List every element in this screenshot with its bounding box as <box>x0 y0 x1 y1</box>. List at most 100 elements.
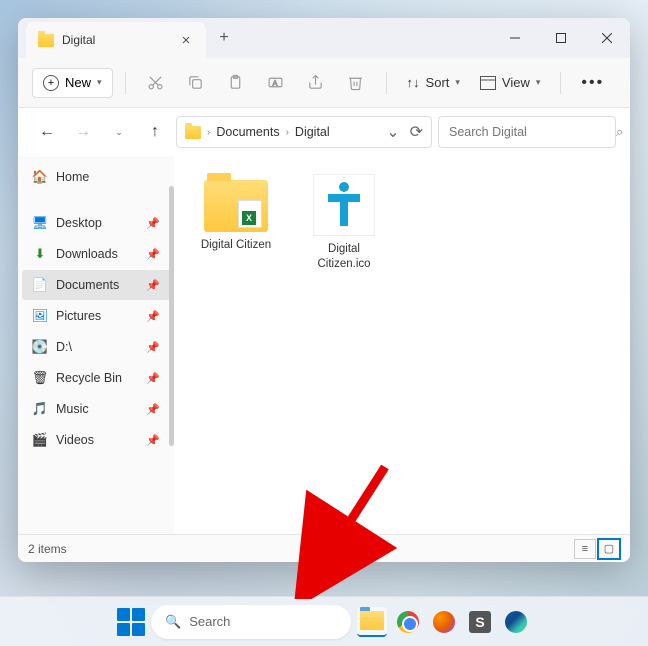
address-bar[interactable]: › Documents › Digital ⌄ ⟳ <box>176 116 432 148</box>
sidebar-item-label: Pictures <box>56 309 101 323</box>
chevron-right-icon: › <box>207 127 210 138</box>
pin-icon: 📌 <box>146 372 160 385</box>
up-button[interactable]: ↑ <box>140 117 170 147</box>
ico-file-icon <box>313 174 375 236</box>
desktop-icon: 🖥 <box>32 215 48 231</box>
taskbar-edge[interactable] <box>501 607 531 637</box>
titlebar: Digital × + <box>18 18 630 58</box>
status-text: 2 items <box>28 542 67 556</box>
scrollbar[interactable] <box>169 186 174 446</box>
toolbar: + New ▾ A ↑↓ Sort ▾ View ▾ ••• <box>18 58 630 108</box>
s-icon: S <box>469 611 491 633</box>
rename-button[interactable]: A <box>258 65 294 101</box>
chevron-down-icon: ▾ <box>536 77 541 88</box>
sidebar: 🏠 Home 🖥 Desktop 📌 ⬇ Downloads 📌 📄 Docum… <box>18 156 174 534</box>
sidebar-item-videos[interactable]: 🎬 Videos 📌 <box>22 425 170 455</box>
file-label: Digital Citizen <box>201 238 271 253</box>
statusbar: 2 items ≡ ▢ <box>18 534 630 562</box>
view-button[interactable]: View ▾ <box>472 69 548 96</box>
breadcrumb-documents[interactable]: Documents <box>216 125 279 139</box>
view-label: View <box>502 75 530 90</box>
sidebar-item-label: Downloads <box>56 247 118 261</box>
taskbar-chrome[interactable] <box>393 607 423 637</box>
search-icon: ⌕ <box>616 124 623 140</box>
edge-icon <box>505 611 527 633</box>
forward-button[interactable]: → <box>68 117 98 147</box>
sidebar-item-downloads[interactable]: ⬇ Downloads 📌 <box>22 239 170 269</box>
address-dropdown-icon[interactable]: ⌄ <box>386 122 399 142</box>
pin-icon: 📌 <box>146 341 160 354</box>
share-button[interactable] <box>298 65 334 101</box>
taskbar-search[interactable]: 🔍 Search <box>151 605 351 639</box>
sidebar-item-drive-d[interactable]: 💽 D:\ 📌 <box>22 332 170 362</box>
sidebar-item-documents[interactable]: 📄 Documents 📌 <box>22 270 170 300</box>
sidebar-item-home[interactable]: 🏠 Home <box>22 162 170 192</box>
details-view-button[interactable]: ≡ <box>574 539 596 559</box>
paste-button[interactable] <box>218 65 254 101</box>
sidebar-item-label: D:\ <box>56 340 72 354</box>
taskbar-app-s[interactable]: S <box>465 607 495 637</box>
file-item-folder[interactable]: Digital Citizen <box>192 174 280 253</box>
new-button[interactable]: + New ▾ <box>32 68 113 98</box>
recent-dropdown[interactable]: ⌄ <box>104 117 134 147</box>
search-box[interactable]: ⌕ <box>438 116 616 148</box>
sidebar-item-label: Videos <box>56 433 94 447</box>
view-icon <box>480 76 496 90</box>
plus-icon: + <box>43 75 59 91</box>
sidebar-item-label: Documents <box>56 278 119 292</box>
file-item-ico[interactable]: Digital Citizen.ico <box>300 174 388 272</box>
pin-icon: 📌 <box>146 310 160 323</box>
music-icon: 🎵 <box>32 401 48 417</box>
back-button[interactable]: ← <box>32 117 62 147</box>
sidebar-item-label: Recycle Bin <box>56 371 122 385</box>
search-icon: 🔍 <box>165 614 181 630</box>
tab-digital[interactable]: Digital × <box>26 22 206 58</box>
taskbar-firefox[interactable] <box>429 607 459 637</box>
folder-icon <box>204 180 268 232</box>
folder-icon <box>185 126 201 139</box>
chevron-down-icon: ▾ <box>97 77 102 88</box>
breadcrumb-digital[interactable]: Digital <box>295 125 330 139</box>
folder-icon <box>38 34 54 47</box>
copy-button[interactable] <box>178 65 214 101</box>
sidebar-item-desktop[interactable]: 🖥 Desktop 📌 <box>22 208 170 238</box>
drive-icon: 💽 <box>32 339 48 355</box>
videos-icon: 🎬 <box>32 432 48 448</box>
home-icon: 🏠 <box>32 169 48 185</box>
sidebar-item-label: Desktop <box>56 216 102 230</box>
more-button[interactable]: ••• <box>573 74 612 92</box>
sidebar-item-music[interactable]: 🎵 Music 📌 <box>22 394 170 424</box>
close-window-button[interactable] <box>584 18 630 58</box>
sort-icon: ↑↓ <box>407 75 420 90</box>
pin-icon: 📌 <box>146 434 160 447</box>
taskbar-file-explorer[interactable] <box>357 607 387 637</box>
close-tab-icon[interactable]: × <box>178 32 194 48</box>
navbar: ← → ⌄ ↑ › Documents › Digital ⌄ ⟳ ⌕ <box>18 108 630 156</box>
icons-view-button[interactable]: ▢ <box>598 539 620 559</box>
pictures-icon: 🖼 <box>32 308 48 324</box>
sort-label: Sort <box>426 75 450 90</box>
chrome-icon <box>397 611 419 633</box>
sidebar-item-recycle-bin[interactable]: 🗑 Recycle Bin 📌 <box>22 363 170 393</box>
new-tab-button[interactable]: + <box>206 18 242 58</box>
refresh-button[interactable]: ⟳ <box>410 122 423 142</box>
tab-title: Digital <box>62 33 170 47</box>
sort-button[interactable]: ↑↓ Sort ▾ <box>399 69 468 96</box>
file-list: Digital Citizen Digital Citizen.ico <box>174 156 630 534</box>
documents-icon: 📄 <box>32 277 48 293</box>
recycle-bin-icon: 🗑 <box>32 370 48 386</box>
file-explorer-icon <box>360 611 384 630</box>
delete-button[interactable] <box>338 65 374 101</box>
chevron-down-icon: ▾ <box>455 77 460 88</box>
pin-icon: 📌 <box>146 403 160 416</box>
start-button[interactable] <box>117 608 145 636</box>
sidebar-item-pictures[interactable]: 🖼 Pictures 📌 <box>22 301 170 331</box>
search-input[interactable] <box>449 125 610 139</box>
new-label: New <box>65 75 91 90</box>
minimize-button[interactable] <box>492 18 538 58</box>
downloads-icon: ⬇ <box>32 246 48 262</box>
maximize-button[interactable] <box>538 18 584 58</box>
pin-icon: 📌 <box>146 217 160 230</box>
sidebar-item-label: Home <box>56 170 89 184</box>
cut-button[interactable] <box>138 65 174 101</box>
